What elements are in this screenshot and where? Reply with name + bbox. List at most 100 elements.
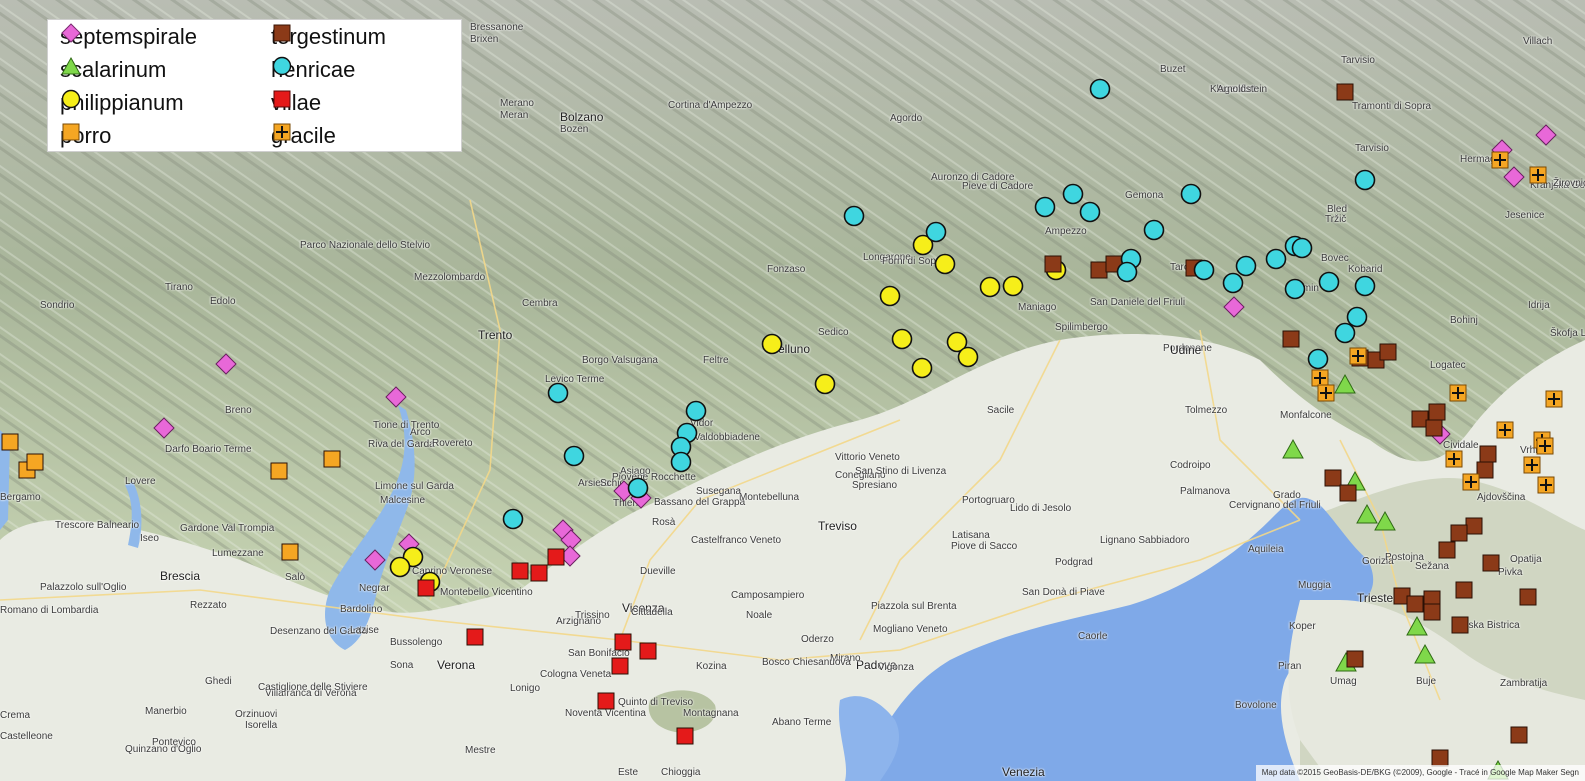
henricae-marker[interactable] [1346,306,1368,328]
henricae-marker[interactable] [1062,183,1084,205]
henricae-marker[interactable] [1180,183,1202,205]
tergestinum-marker[interactable] [1428,403,1446,421]
tergestinum-marker[interactable] [1044,255,1062,273]
henricae-marker[interactable] [1222,272,1244,294]
tergestinum-marker[interactable] [1450,524,1468,542]
philippianum-marker[interactable] [911,357,933,379]
tergestinum-marker[interactable] [1324,469,1342,487]
porro-marker[interactable] [1,433,19,451]
tergestinum-marker[interactable] [1346,650,1364,668]
scalarinum-marker[interactable] [1334,373,1356,394]
gracile-marker[interactable] [1536,437,1554,455]
villae-marker[interactable] [547,548,565,566]
henricae-marker[interactable] [670,451,692,473]
gracile-marker[interactable] [1317,384,1335,402]
henricae-marker[interactable] [1265,248,1287,270]
henricae-marker[interactable] [1334,322,1356,344]
villae-marker[interactable] [466,628,484,646]
tergestinum-marker[interactable] [1423,603,1441,621]
tergestinum-marker[interactable] [1339,484,1357,502]
gracile-marker[interactable] [1311,369,1329,387]
henricae-marker[interactable] [547,382,569,404]
henricae-marker[interactable] [685,400,707,422]
gracile-marker[interactable] [1462,473,1480,491]
tergestinum-marker[interactable] [1282,330,1300,348]
villae-marker[interactable] [417,579,435,597]
henricae-marker[interactable] [1291,237,1313,259]
septemspirale-marker[interactable] [1223,296,1245,318]
gracile-marker[interactable] [1349,347,1367,365]
septemspirale-marker[interactable] [385,386,407,408]
henricae-marker[interactable] [1034,196,1056,218]
philippianum-marker[interactable] [761,333,783,355]
gracile-marker[interactable] [1537,476,1555,494]
tergestinum-marker[interactable] [1455,581,1473,599]
villae-marker[interactable] [614,633,632,651]
henricae-marker[interactable] [627,477,649,499]
tergestinum-marker[interactable] [1482,554,1500,572]
henricae-marker[interactable] [1143,219,1165,241]
porro-marker[interactable] [281,543,299,561]
henricae-marker[interactable] [1235,255,1257,277]
scalarinum-marker[interactable] [1356,503,1378,524]
villae-marker[interactable] [511,562,529,580]
henricae-marker[interactable] [1307,348,1329,370]
porro-marker[interactable] [323,450,341,468]
septemspirale-marker[interactable] [215,353,237,375]
philippianum-marker[interactable] [934,253,956,275]
septemspirale-marker[interactable] [364,549,386,571]
map-attribution[interactable]: Map data ©2015 GeoBasis-DE/BKG (©2009), … [1255,765,1585,781]
septemspirale-marker[interactable] [1503,166,1525,188]
tergestinum-marker[interactable] [1425,419,1443,437]
scalarinum-marker[interactable] [1282,438,1304,459]
henricae-marker[interactable] [1089,78,1111,100]
tergestinum-marker[interactable] [1510,726,1528,744]
henricae-marker[interactable] [563,445,585,467]
villae-marker[interactable] [676,727,694,745]
philippianum-marker[interactable] [891,328,913,350]
henricae-marker[interactable] [1354,275,1376,297]
philippianum-marker[interactable] [1002,275,1024,297]
tergestinum-marker[interactable] [1336,83,1354,101]
henricae-marker[interactable] [843,205,865,227]
tergestinum-marker[interactable] [1479,445,1497,463]
henricae-marker[interactable] [1079,201,1101,223]
philippianum-marker[interactable] [957,346,979,368]
henricae-marker[interactable] [1284,278,1306,300]
villae-marker[interactable] [611,657,629,675]
villae-marker[interactable] [639,642,657,660]
villae-marker[interactable] [597,692,615,710]
septemspirale-marker[interactable] [153,417,175,439]
henricae-marker[interactable] [1354,169,1376,191]
tergestinum-marker[interactable] [1406,595,1424,613]
porro-marker[interactable] [26,453,44,471]
gracile-marker[interactable] [1491,151,1509,169]
philippianum-marker[interactable] [389,556,411,578]
gracile-marker[interactable] [1445,450,1463,468]
villae-marker[interactable] [530,564,548,582]
gracile-marker[interactable] [1529,166,1547,184]
tergestinum-marker[interactable] [1451,616,1469,634]
scalarinum-marker[interactable] [1374,510,1396,531]
henricae-marker[interactable] [925,221,947,243]
philippianum-marker[interactable] [814,373,836,395]
philippianum-marker[interactable] [979,276,1001,298]
tergestinum-marker[interactable] [1465,517,1483,535]
map-view[interactable]: Bressanone Brixen Merano Meran Bolzano Bozen C… [0,0,1585,781]
tergestinum-marker[interactable] [1519,588,1537,606]
gracile-marker[interactable] [1545,390,1563,408]
porro-marker[interactable] [270,462,288,480]
tergestinum-marker[interactable] [1438,541,1456,559]
philippianum-marker[interactable] [879,285,901,307]
tergestinum-marker[interactable] [1431,749,1449,767]
henricae-marker[interactable] [1193,259,1215,281]
henricae-marker[interactable] [1116,261,1138,283]
gracile-marker[interactable] [1523,456,1541,474]
tergestinum-marker[interactable] [1379,343,1397,361]
henricae-marker[interactable] [1318,271,1340,293]
septemspirale-marker[interactable] [1535,124,1557,146]
scalarinum-marker[interactable] [1414,643,1436,664]
gracile-marker[interactable] [1449,384,1467,402]
gracile-marker[interactable] [1496,421,1514,439]
henricae-marker[interactable] [502,508,524,530]
